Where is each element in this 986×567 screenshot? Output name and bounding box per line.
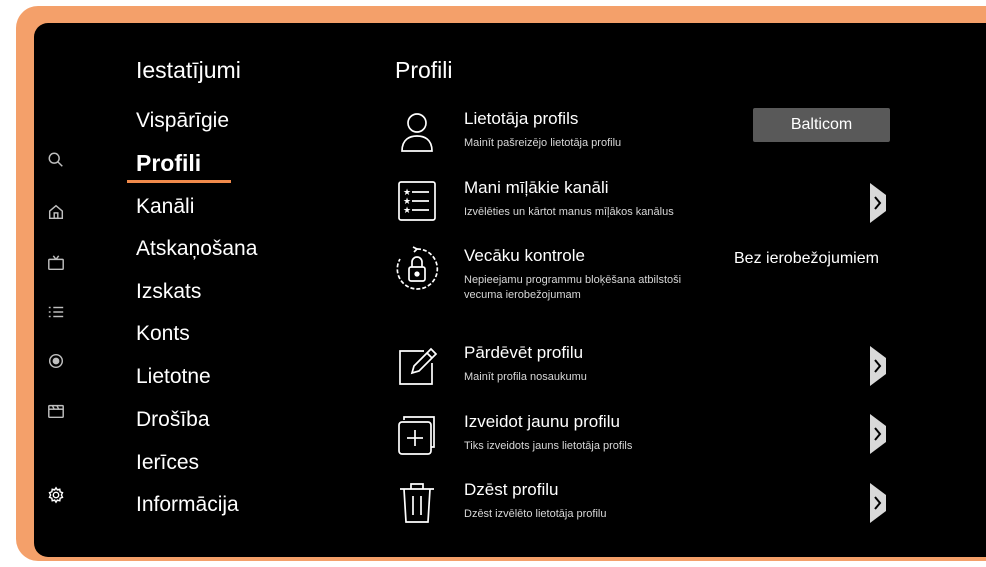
trash-icon [394, 480, 440, 526]
row-title: Vecāku kontrole [464, 246, 585, 265]
tv-screen: Iestatījumi Vispārīgie Profili Kanāli At… [34, 23, 986, 557]
svg-text:★: ★ [403, 206, 411, 216]
current-profile-button[interactable]: Balticom [753, 108, 890, 142]
page-title: Profili [395, 57, 453, 83]
row-subtitle: Tiks izveidots jauns lietotāja profils [464, 440, 633, 452]
row-subtitle: Mainīt profila nosaukumu [464, 371, 587, 383]
menu-item-security[interactable]: Drošība [136, 408, 210, 432]
list-icon[interactable] [46, 302, 66, 322]
menu-item-application[interactable]: Lietotne [136, 365, 211, 389]
rename-profile-row[interactable]: Pārdēvēt profilu Mainīt profila nosaukum… [394, 343, 914, 403]
row-title: Mani mīļākie kanāli [464, 178, 609, 197]
row-subtitle: Izvēlēties un kārtot manus mīļākos kanāl… [464, 206, 674, 218]
row-title: Dzēst profilu [464, 480, 559, 499]
favorites-list-icon: ★ ★ ★ [394, 178, 440, 224]
chevron-right-icon[interactable] [866, 180, 890, 226]
menu-item-information[interactable]: Informācija [136, 493, 239, 517]
clapperboard-icon[interactable] [46, 401, 66, 421]
chevron-right-icon[interactable] [866, 480, 890, 526]
menu-item-channels[interactable]: Kanāli [136, 195, 194, 219]
menu-item-devices[interactable]: Ierīces [136, 451, 199, 475]
chevron-right-icon[interactable] [866, 343, 890, 389]
record-icon[interactable] [46, 351, 66, 371]
favorite-channels-row[interactable]: ★ ★ ★ Mani mīļākie kanāli Izvēlēties un kā… [394, 178, 914, 238]
create-profile-row[interactable]: Izveidot jaunu profilu Tiks izveidots ja… [394, 412, 914, 472]
menu-item-account[interactable]: Konts [136, 322, 190, 346]
row-subtitle: Dzēst izvēlēto lietotāja profilu [464, 508, 607, 520]
search-icon[interactable] [46, 150, 66, 170]
menu-item-appearance[interactable]: Izskats [136, 280, 201, 304]
selected-underline [127, 180, 231, 183]
menu-item-profiles[interactable]: Profili [136, 150, 201, 177]
padlock-icon [394, 246, 440, 292]
row-subtitle: Nepieejamu programmu bloķēšana atbilstoš… [464, 274, 682, 301]
delete-profile-row[interactable]: Dzēst profilu Dzēst izvēlēto lietotāja p… [394, 480, 914, 540]
home-icon[interactable] [46, 202, 66, 222]
tv-icon[interactable] [46, 253, 66, 273]
settings-title: Iestatījumi [136, 57, 241, 83]
edit-icon [394, 343, 440, 389]
gear-icon[interactable] [46, 485, 66, 505]
add-profile-icon [394, 412, 440, 458]
parental-control-value[interactable]: Bez ierobežojumiem [734, 250, 879, 268]
row-title: Izveidot jaunu profilu [464, 412, 620, 431]
row-title: Lietotāja profils [464, 109, 579, 128]
menu-item-playback[interactable]: Atskaņošana [136, 237, 257, 261]
row-title: Pārdēvēt profilu [464, 343, 584, 362]
row-subtitle: Mainīt pašreizējo lietotāja profilu [464, 137, 622, 149]
chevron-right-icon[interactable] [866, 411, 890, 457]
menu-item-general[interactable]: Vispārīgie [136, 109, 229, 133]
user-icon [394, 109, 440, 155]
